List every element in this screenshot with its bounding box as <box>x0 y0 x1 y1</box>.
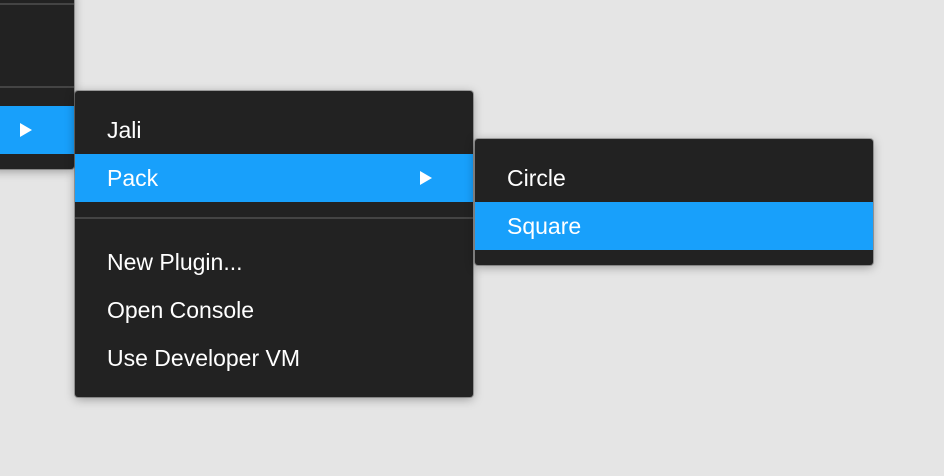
menu-item-square[interactable]: Square <box>475 202 873 250</box>
menu-item-label: New Plugin... <box>107 249 243 275</box>
menu-item-label: Circle <box>507 165 566 191</box>
menu-item-use-developer-vm[interactable]: Use Developer VM <box>75 334 473 382</box>
menu-item-label: Open Console <box>107 297 255 323</box>
menu-item-pack[interactable]: Pack <box>75 154 473 202</box>
menu-item-label: Use Developer VM <box>107 345 301 371</box>
menu-item-label: Square <box>507 213 582 239</box>
plugins-menu: Jali Pack New Plugin... Open Console Use… <box>75 91 473 397</box>
menu-separator <box>75 217 473 219</box>
menu-item-label: Jali <box>107 117 142 143</box>
parent-menu-separator <box>0 3 74 5</box>
menu-item-circle[interactable]: Circle <box>475 154 873 202</box>
menu-item-new-plugin[interactable]: New Plugin... <box>75 238 473 286</box>
menu-item-jali[interactable]: Jali <box>75 106 473 154</box>
parent-menu <box>0 0 74 169</box>
chevron-right-icon <box>420 171 432 185</box>
menu-item-open-console[interactable]: Open Console <box>75 286 473 334</box>
pack-submenu: Circle Square <box>475 139 873 265</box>
menu-item-label: Pack <box>107 165 159 191</box>
chevron-right-icon <box>20 123 32 137</box>
parent-menu-item-plugins[interactable] <box>0 106 74 154</box>
parent-menu-separator <box>0 86 74 88</box>
